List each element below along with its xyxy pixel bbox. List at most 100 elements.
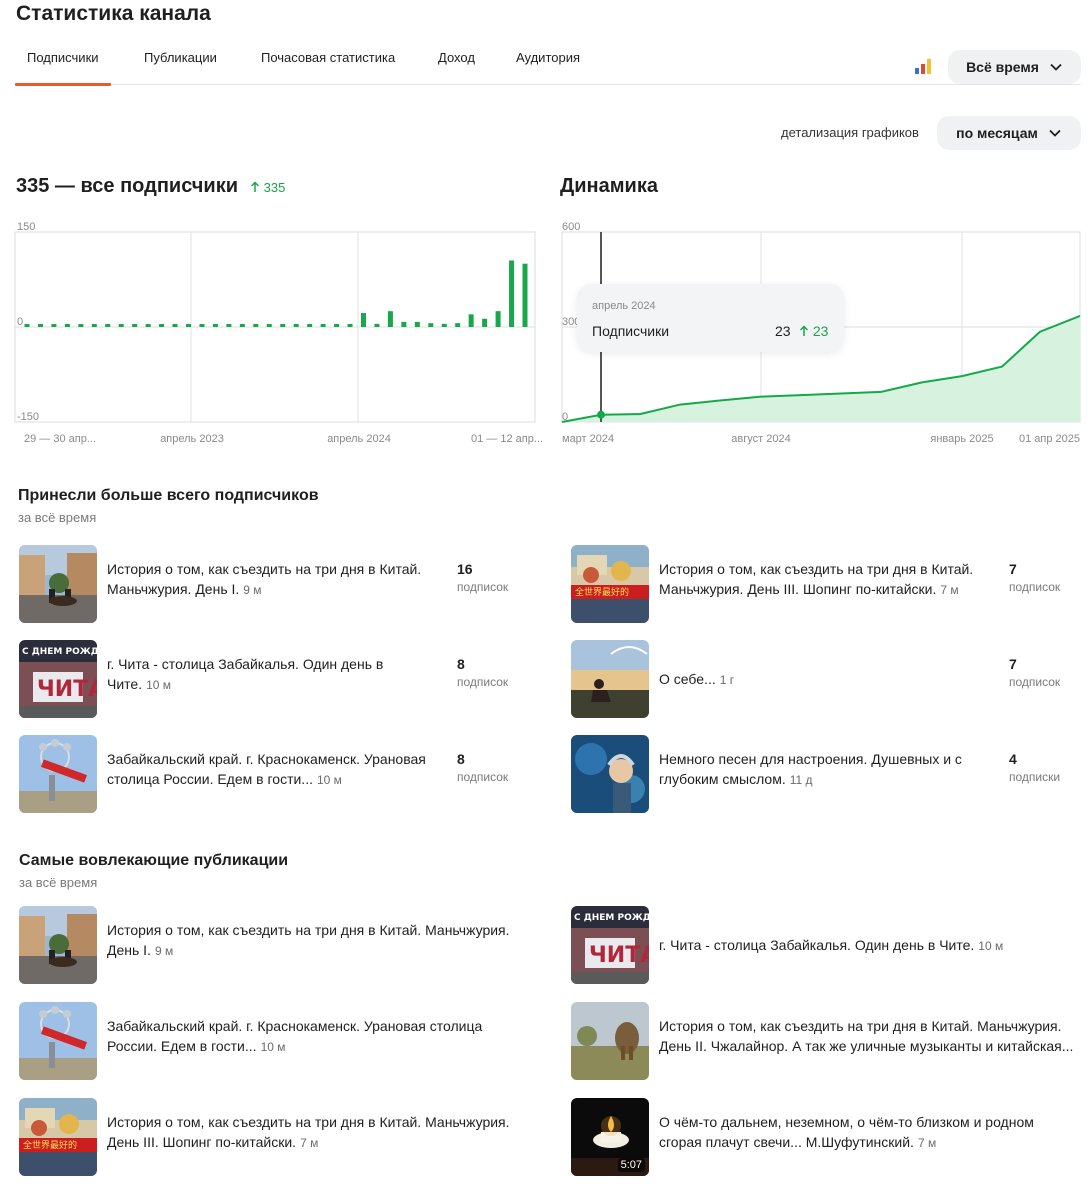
publication-age: 7 м [940, 583, 959, 597]
tab-income[interactable]: Доход [438, 50, 475, 65]
publication-title[interactable]: Забайкальский край. г. Краснокаменск. Ур… [107, 749, 426, 790]
publication-item[interactable]: История о том, как съездить на три дня в… [571, 1002, 1073, 1080]
publication-item[interactable]: О себе... 1 г 7 подписок [571, 640, 1071, 718]
subscribers-title-text: — все подписчики [49, 175, 239, 197]
publication-age: 7 м [300, 1136, 319, 1150]
arrow-up-icon [799, 325, 809, 336]
tab-publications[interactable]: Публикации [144, 50, 217, 65]
publication-title[interactable]: О себе... 1 г [659, 669, 734, 690]
publication-title-line: столица России. Едем в гости... [107, 771, 313, 787]
subscriptions-count: 8 [457, 751, 465, 767]
x-tick-label: март 2024 [562, 433, 614, 445]
y-tick-label: 150 [17, 221, 35, 233]
publication-thumbnail[interactable]: 5:07 [571, 1098, 649, 1176]
subscriptions-count: 8 [457, 656, 465, 672]
publication-age: 10 м [146, 678, 172, 692]
bar-mark [280, 324, 286, 327]
bar-mark [186, 324, 192, 327]
bar-mark [414, 321, 420, 327]
bar-mark [266, 324, 272, 327]
publication-title[interactable]: История о том, как съездить на три дня в… [107, 920, 527, 961]
publication-age: 9 м [243, 583, 262, 597]
detail-select-value: по месяцам [956, 125, 1038, 141]
publication-thumbnail[interactable] [19, 906, 97, 984]
period-select-value: Всё время [966, 59, 1039, 75]
publication-title-line: сгорая плачут свечи... М.Шуфутинский. [659, 1134, 914, 1150]
publication-thumbnail[interactable] [571, 735, 649, 813]
bar-mark [145, 324, 151, 327]
publication-title[interactable]: г. Чита - столица Забайкалья. Один день … [659, 935, 1079, 956]
publication-title-line: История о том, как съездить на три дня в… [107, 922, 510, 938]
publication-title-line: О себе... [659, 671, 716, 687]
bar-mark [293, 324, 299, 327]
subscribers-growth-value: 335 [263, 180, 286, 195]
publication-thumbnail[interactable]: С ДНЕМ РОЖДЕНИЯ ЧИТА [571, 906, 649, 984]
svg-text:ЧИТА: ЧИТА [589, 943, 649, 968]
bar-mark [347, 324, 353, 327]
bar-mark [428, 323, 434, 327]
bar-mark [253, 324, 259, 327]
subscriptions-count: 7 [1009, 656, 1017, 672]
publication-title[interactable]: История о том, как съездить на три дня в… [659, 1016, 1079, 1057]
publication-title-line: Маньчжурия. День I. [107, 581, 240, 597]
subscriptions-unit: подписок [457, 770, 509, 784]
publication-item[interactable]: Немного песен для настроения. Душевных и… [571, 735, 1071, 813]
publication-thumbnail[interactable] [19, 1002, 97, 1080]
publication-thumbnail[interactable] [19, 735, 97, 813]
y-tick-label: 600 [562, 221, 580, 233]
x-tick-label: 29 — 30 апр... [24, 433, 96, 445]
publication-item[interactable]: 全世界最好的 История о том, как съездить на три… [571, 545, 1071, 623]
bar-mark [455, 323, 461, 327]
publication-title[interactable]: Забайкальский край. г. Краснокаменск. Ур… [107, 1016, 527, 1057]
svg-text:ЧИТА: ЧИТА [37, 677, 97, 702]
period-select[interactable]: Всё время [948, 50, 1081, 84]
publication-item[interactable]: История о том, как съездить на три дня в… [19, 906, 519, 984]
publication-title[interactable]: История о том, как съездить на три дня в… [107, 559, 421, 600]
publication-title-line: День I. [107, 942, 151, 958]
tab-hourly[interactable]: Почасовая статистика [261, 50, 395, 65]
tooltip-value: 23 [775, 323, 791, 339]
publication-thumbnail[interactable] [571, 1002, 649, 1080]
publication-thumbnail[interactable]: 全世界最好的 [19, 1098, 97, 1176]
publication-title-line: России. Едем в гости... [107, 1038, 257, 1054]
publication-thumbnail[interactable] [571, 640, 649, 718]
tab-audience[interactable]: Аудитория [516, 50, 580, 65]
tab-subscribers[interactable]: Подписчики [15, 50, 110, 86]
detail-select[interactable]: по месяцам [937, 116, 1081, 150]
bar-mark [226, 324, 232, 327]
subscriptions-unit: подписок [1009, 580, 1061, 594]
publication-item[interactable]: 5:07 О чём-то дальнем, неземном, о чём-то… [571, 1098, 1071, 1176]
publication-item[interactable]: Забайкальский край. г. Краснокаменск. Ур… [19, 735, 519, 813]
bar-mark [212, 324, 218, 327]
top-subscribers-subtitle: за всё время [18, 510, 97, 525]
publication-item[interactable]: Забайкальский край. г. Краснокаменск. Ур… [19, 1002, 519, 1080]
publication-title[interactable]: Немного песен для настроения. Душевных и… [659, 749, 962, 790]
publication-title[interactable]: г. Чита - столица Забайкалья. Один день … [107, 654, 383, 695]
bar-mark [105, 324, 111, 327]
bar-mark [199, 324, 205, 327]
bar-mark [334, 324, 340, 327]
subscribers-growth: 335 [250, 180, 285, 195]
bar-mark [387, 311, 393, 327]
publication-age: 10 м [978, 939, 1004, 953]
publication-item[interactable]: 全世界最好的 История о том, как съездить на три… [19, 1098, 519, 1176]
stats-bars-icon[interactable] [914, 58, 932, 74]
publication-title-line: г. Чита - столица Забайкалья. Один день … [107, 656, 384, 672]
bar-mark [495, 311, 501, 327]
publication-title-line: История о том, как съездить на три дня в… [659, 1018, 1062, 1034]
publication-title[interactable]: О чём-то дальнем, неземном, о чём-то бли… [659, 1112, 1079, 1153]
publication-title[interactable]: История о том, как съездить на три дня в… [659, 559, 973, 600]
publication-item[interactable]: С ДНЕМ РОЖДЕНИЯ ЧИТА г. Чита - столица Заб… [571, 906, 1071, 984]
publication-title-line: глубоким смыслом. [659, 771, 786, 787]
bar-mark [360, 313, 366, 327]
publication-item[interactable]: С ДНЕМ РОЖДЕНИЯ ЧИТА г. Чита - столица Заб… [19, 640, 519, 718]
publication-thumbnail[interactable]: 全世界最好的 [571, 545, 649, 623]
publication-thumbnail[interactable]: С ДНЕМ РОЖДЕНИЯ ЧИТА [19, 640, 97, 718]
publication-thumbnail[interactable] [19, 545, 97, 623]
bar-mark [509, 260, 515, 327]
publication-title-line: История о том, как съездить на три дня в… [659, 561, 974, 577]
publication-item[interactable]: История о том, как съездить на три дня в… [19, 545, 519, 623]
detail-label: детализация графиков [781, 125, 919, 140]
bar-mark [24, 324, 30, 327]
publication-title[interactable]: История о том, как съездить на три дня в… [107, 1112, 527, 1153]
